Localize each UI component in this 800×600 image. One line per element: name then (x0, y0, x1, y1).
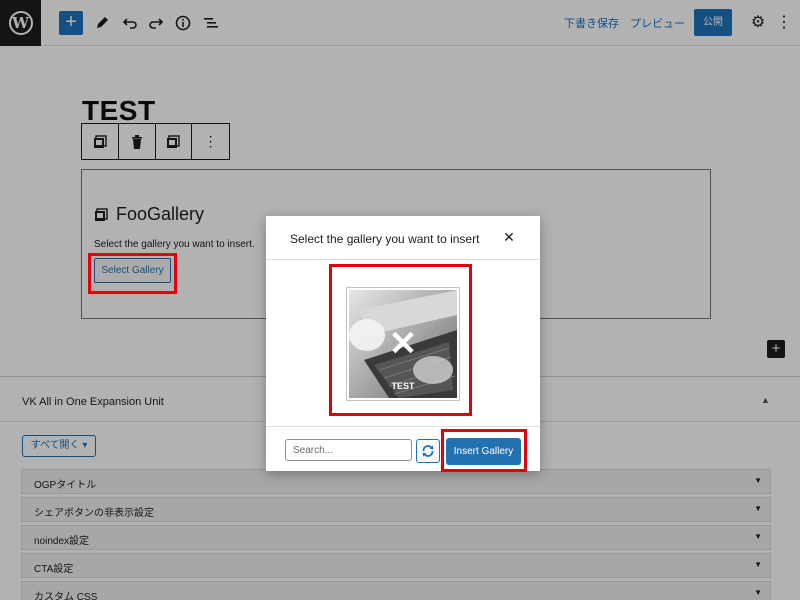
refresh-icon (422, 445, 434, 457)
highlight-insert-gallery (441, 429, 527, 472)
gallery-search-input[interactable] (285, 439, 412, 461)
modal-title: Select the gallery you want to insert (290, 232, 480, 246)
modal-header: Select the gallery you want to insert ✕ (266, 216, 540, 260)
close-button[interactable]: ✕ (502, 229, 516, 245)
highlight-select-gallery (88, 253, 177, 294)
highlight-gallery-item (329, 264, 472, 416)
refresh-button[interactable] (416, 439, 440, 463)
close-icon: ✕ (503, 229, 515, 245)
